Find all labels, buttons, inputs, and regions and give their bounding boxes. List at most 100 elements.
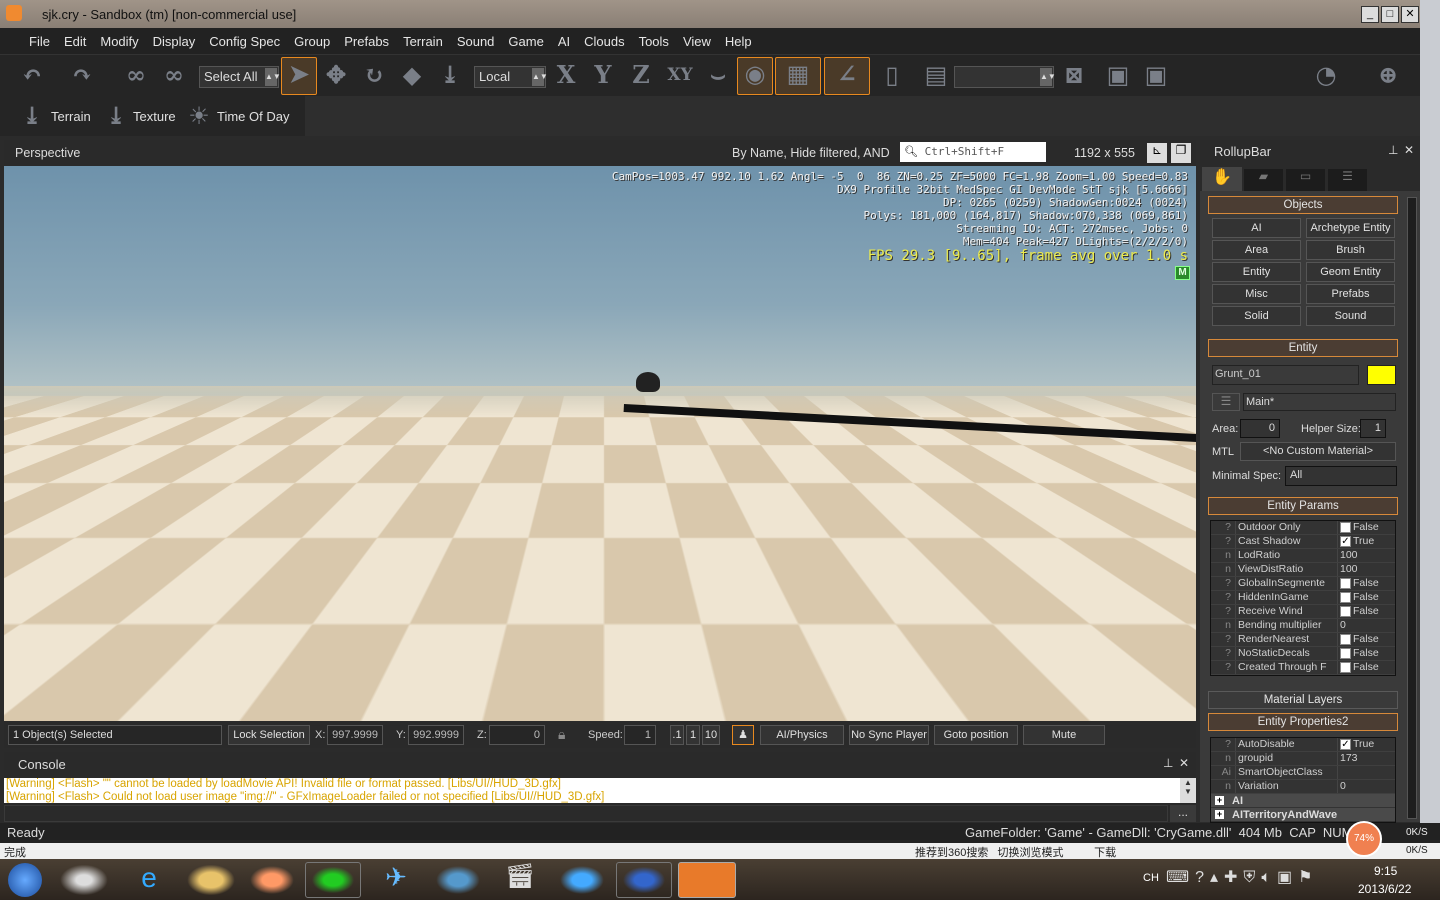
property-value[interactable]: False — [1337, 521, 1395, 534]
material-button[interactable]: <No Custom Material> — [1240, 442, 1396, 461]
clock-time[interactable]: 9:15 — [1374, 864, 1397, 878]
pin-icon[interactable]: ⊥ — [1388, 143, 1398, 157]
menu-ai[interactable]: AI — [551, 34, 577, 49]
3d-viewport[interactable]: N I E 040 / 260 ENERGY CamPos=1003.47 99… — [4, 166, 1196, 721]
start-button[interactable] — [8, 863, 42, 897]
menu-clouds[interactable]: Clouds — [577, 34, 631, 49]
ai-physics-button[interactable]: AI/Physics — [760, 725, 844, 745]
ruler-icon[interactable]: ▯ — [876, 59, 908, 93]
console-scrollbar[interactable]: ▲ ▼ — [1180, 778, 1196, 803]
property-value[interactable]: ✓ True — [1337, 738, 1395, 751]
link-icon[interactable]: ∞ — [120, 59, 152, 93]
player-icon[interactable]: ♟ — [732, 725, 754, 745]
entity-params-header[interactable]: Entity Params — [1208, 497, 1398, 515]
menu-view[interactable]: View — [676, 34, 718, 49]
property-value[interactable]: False — [1337, 661, 1395, 674]
input-language[interactable]: CH — [1143, 872, 1159, 884]
entity-section-header[interactable]: Entity — [1208, 339, 1398, 357]
move-icon[interactable]: ✥ — [320, 59, 352, 93]
expand-icon[interactable]: + — [1215, 810, 1224, 819]
checkbox-unchecked[interactable] — [1340, 592, 1351, 603]
browser-toolbar-items[interactable]: 推荐到360搜索 切换浏览模式 下载 — [915, 844, 1116, 860]
scale-icon[interactable]: ◆ — [396, 59, 428, 93]
object-type-entity-button[interactable]: Entity — [1212, 262, 1301, 282]
property-value[interactable]: 100 — [1337, 549, 1395, 562]
object-type-sound-button[interactable]: Sound — [1306, 306, 1395, 326]
outer-scrollbar[interactable] — [1420, 0, 1440, 859]
property-group[interactable]: + AITerritoryAndWave — [1211, 808, 1395, 822]
axis-y-button[interactable]: Y — [587, 59, 619, 93]
axis-xy-button[interactable]: XY — [664, 59, 696, 93]
app-icon[interactable] — [6, 5, 22, 21]
minimal-spec-dropdown[interactable]: All — [1285, 466, 1397, 486]
property-value[interactable]: False — [1337, 633, 1395, 646]
checkbox-unchecked[interactable] — [1340, 522, 1351, 533]
delete-selection-icon[interactable]: ⊠ — [1058, 59, 1090, 93]
property-value[interactable]: False — [1337, 647, 1395, 660]
property-row[interactable]: ? RenderNearest False — [1211, 633, 1395, 647]
property-row[interactable]: ? Created Through F False — [1211, 661, 1395, 675]
app-window-icon[interactable] — [430, 862, 486, 898]
menu-help[interactable]: Help — [718, 34, 759, 49]
export-icon[interactable]: ▣ — [1102, 59, 1134, 93]
property-row[interactable]: Ai SmartObjectClass — [1211, 766, 1395, 780]
property-row[interactable]: ? Outdoor Only False — [1211, 521, 1395, 535]
checkbox-unchecked[interactable] — [1340, 606, 1351, 617]
property-value[interactable]: ✓ True — [1337, 535, 1395, 548]
import-icon[interactable]: ▣ — [1140, 59, 1172, 93]
object-type-solid-button[interactable]: Solid — [1212, 306, 1301, 326]
angle-snap-icon[interactable]: ∠ — [824, 57, 870, 95]
menu-modify[interactable]: Modify — [93, 34, 145, 49]
console-input[interactable] — [4, 805, 1168, 822]
goto-position-button[interactable]: Goto position — [934, 725, 1018, 745]
select-filter-dropdown[interactable]: Select All ▲▼ — [199, 66, 281, 88]
terrain-snap-icon[interactable]: ⌣ — [702, 59, 734, 93]
property-row[interactable]: n Variation 0 — [1211, 780, 1395, 794]
camera-icon[interactable]: ◉ — [737, 57, 773, 95]
property-value[interactable]: 0 — [1337, 780, 1395, 793]
menu-game[interactable]: Game — [501, 34, 550, 49]
undo-icon[interactable]: ↶ — [16, 59, 48, 93]
object-type-misc-button[interactable]: Misc — [1212, 284, 1301, 304]
close-button[interactable]: ✕ — [1401, 6, 1419, 23]
close-icon[interactable]: ✕ — [1179, 756, 1189, 770]
helper-size-field[interactable]: 1 — [1360, 419, 1386, 438]
viewport-title[interactable]: Perspective — [15, 146, 80, 160]
z-field[interactable]: 0 — [489, 725, 545, 745]
cpu-usage-badge[interactable]: 74% — [1346, 821, 1382, 857]
app-icon[interactable] — [554, 862, 610, 898]
browser-360-icon[interactable] — [305, 862, 361, 898]
area-field[interactable]: 0 — [1240, 419, 1280, 438]
object-type-geom-entity-button[interactable]: Geom Entity — [1306, 262, 1395, 282]
pin-icon[interactable]: ⊥ — [1163, 756, 1173, 770]
unlink-icon[interactable]: ∞ — [158, 59, 190, 93]
speed-10-button[interactable]: 10 — [702, 725, 720, 745]
mute-button[interactable]: Mute — [1023, 725, 1105, 745]
property-row[interactable]: ? Receive Wind False — [1211, 605, 1395, 619]
checkbox-checked[interactable]: ✓ — [1340, 536, 1351, 547]
entity-properties2-header[interactable]: Entity Properties2 — [1208, 713, 1398, 731]
menu-file[interactable]: File — [22, 34, 57, 49]
property-value[interactable]: False — [1337, 591, 1395, 604]
rollup-scrollbar[interactable] — [1407, 197, 1417, 819]
menu-group[interactable]: Group — [287, 34, 337, 49]
maximize-button[interactable]: □ — [1381, 6, 1399, 23]
property-row[interactable]: ? HiddenInGame False — [1211, 591, 1395, 605]
texture-import-icon[interactable]: ⤓ — [100, 100, 132, 134]
speed-0.1-button[interactable]: .1 — [670, 725, 684, 745]
menu-edit[interactable]: Edit — [57, 34, 93, 49]
ai-icon[interactable]: ◔ — [1310, 59, 1342, 93]
sandbox-taskbar-icon[interactable] — [678, 862, 736, 898]
tray-icons[interactable]: ⌨?▴✚⛨🔈︎▣⚑ — [1166, 867, 1319, 887]
word-icon[interactable] — [616, 862, 672, 898]
checkbox-unchecked[interactable] — [1340, 648, 1351, 659]
menu-display[interactable]: Display — [146, 34, 203, 49]
layer-icon[interactable]: ☰ — [1212, 393, 1240, 411]
objects-section-header[interactable]: Objects — [1208, 196, 1398, 214]
explorer-icon[interactable] — [183, 862, 239, 898]
speed-field[interactable]: 1 — [624, 725, 656, 745]
lock-icon[interactable]: 🔒︎ — [558, 726, 565, 743]
expand-icon[interactable]: + — [1215, 796, 1224, 805]
property-row[interactable]: n ViewDistRatio 100 — [1211, 563, 1395, 577]
select-arrow-icon[interactable]: ➤ — [281, 57, 317, 95]
